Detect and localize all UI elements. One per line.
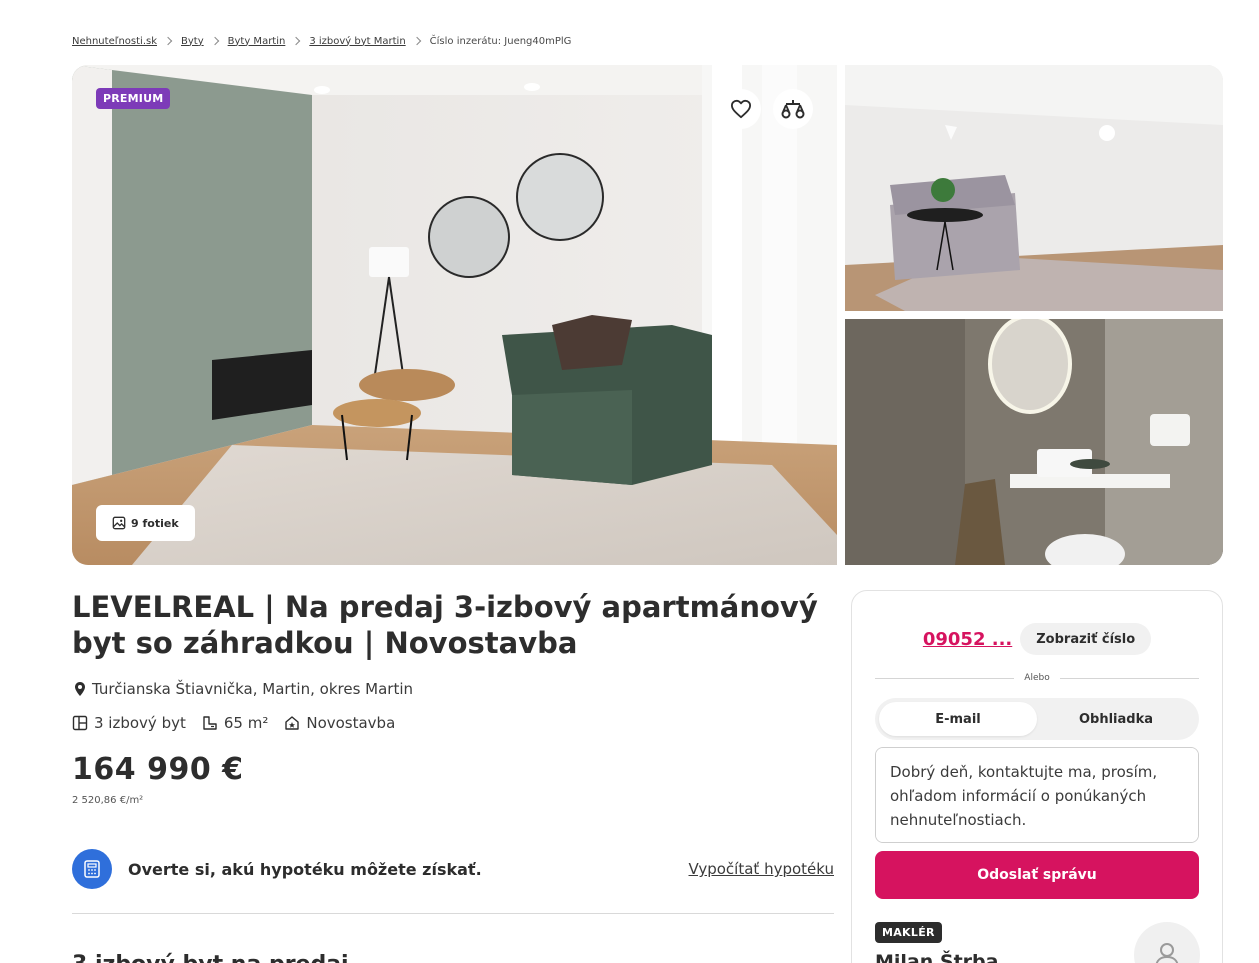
section-divider (72, 913, 834, 914)
section-heading: 3 izbový byt na predaj (72, 952, 349, 963)
condition-text: Novostavba (306, 714, 396, 732)
chevron-right-icon (285, 34, 309, 48)
calculator-icon (72, 849, 112, 889)
or-text: Alebo (1024, 673, 1050, 683)
listing-location: Turčianska Štiavnička, Martin, okres Mar… (72, 678, 413, 700)
side-photo-bathroom[interactable] (845, 319, 1223, 565)
or-separator: Alebo (875, 671, 1200, 685)
contact-card: 09052 ... Zobraziť číslo Alebo E-mail Ob… (851, 590, 1223, 963)
avatar[interactable] (1134, 922, 1200, 963)
feature-condition: Novostavba (284, 714, 395, 732)
listing-price: 164 990 € (72, 752, 244, 787)
mortgage-text: Overte si, akú hypotéku môžete získať. (128, 859, 482, 879)
calculate-mortgage-link[interactable]: Vypočítať hypotéku (689, 860, 835, 878)
favorite-button[interactable] (721, 89, 761, 129)
main-photo[interactable]: PREMIUM 9 fotiek (72, 65, 837, 565)
location-text: Turčianska Štiavnička, Martin, okres Mar… (92, 680, 414, 698)
compare-icon (781, 100, 805, 119)
listing-title: LEVELREAL | Na predaj 3-izbový apartmáno… (72, 590, 818, 660)
listing-features: 3 izbový byt 65 m² Novostavba (72, 712, 411, 734)
breadcrumb-3-room-martin[interactable]: 3 izbový byt Martin (309, 36, 405, 47)
price-per-m2: 2 520,86 €/m² (72, 795, 144, 806)
agent-badge: MAKLÉR (875, 922, 942, 943)
listing-id: Číslo inzerátu: Jueng40mPlG (429, 35, 572, 47)
mortgage-banner: Overte si, akú hypotéku môžete získať. V… (72, 848, 834, 890)
new-building-icon (285, 716, 300, 730)
location-pin-icon (75, 682, 85, 696)
user-icon (1155, 943, 1179, 963)
photos-count-label: 9 fotiek (131, 516, 179, 530)
breadcrumb-flats[interactable]: Byty (181, 36, 204, 47)
phone-row: 09052 ... Zobraziť číslo (852, 623, 1222, 655)
bedroom-photo (845, 65, 1223, 311)
chevron-right-icon (406, 34, 430, 48)
breadcrumb-flats-martin[interactable]: Byty Martin (228, 36, 286, 47)
chevron-right-icon (204, 34, 228, 48)
contact-tabs: E-mail Obhliadka (875, 698, 1199, 740)
feature-rooms: 3 izbový byt (72, 714, 186, 732)
tab-email[interactable]: E-mail (879, 702, 1037, 736)
show-number-button[interactable]: Zobraziť číslo (1020, 623, 1152, 655)
area-icon (203, 716, 217, 730)
premium-badge: PREMIUM (96, 88, 171, 109)
agent-name[interactable]: Milan Štrba (875, 951, 998, 963)
gallery-icon (112, 516, 126, 530)
tab-viewing[interactable]: Obhliadka (1037, 702, 1195, 736)
heart-icon (731, 99, 751, 119)
area-text: 65 m² (223, 714, 269, 732)
breadcrumb-home[interactable]: Nehnuteľnosti.sk (72, 36, 157, 47)
feature-area: 65 m² (202, 714, 268, 732)
rooms-text: 3 izbový byt (94, 714, 186, 732)
message-field[interactable]: Dobrý deň, kontaktujte ma, prosím, ohľad… (875, 747, 1199, 843)
send-message-button[interactable]: Odoslať správu (875, 851, 1199, 899)
compare-button[interactable] (773, 89, 813, 129)
chevron-right-icon (157, 34, 181, 48)
floorplan-icon (72, 715, 88, 731)
breadcrumb: Nehnuteľnosti.sk Byty Byty Martin 3 izbo… (72, 34, 571, 48)
phone-number[interactable]: 09052 ... (923, 629, 1012, 650)
show-photos-button[interactable]: 9 fotiek (96, 505, 195, 541)
side-photo-bedroom[interactable] (845, 65, 1223, 311)
living-room-photo (72, 65, 837, 565)
bathroom-photo (845, 319, 1223, 565)
